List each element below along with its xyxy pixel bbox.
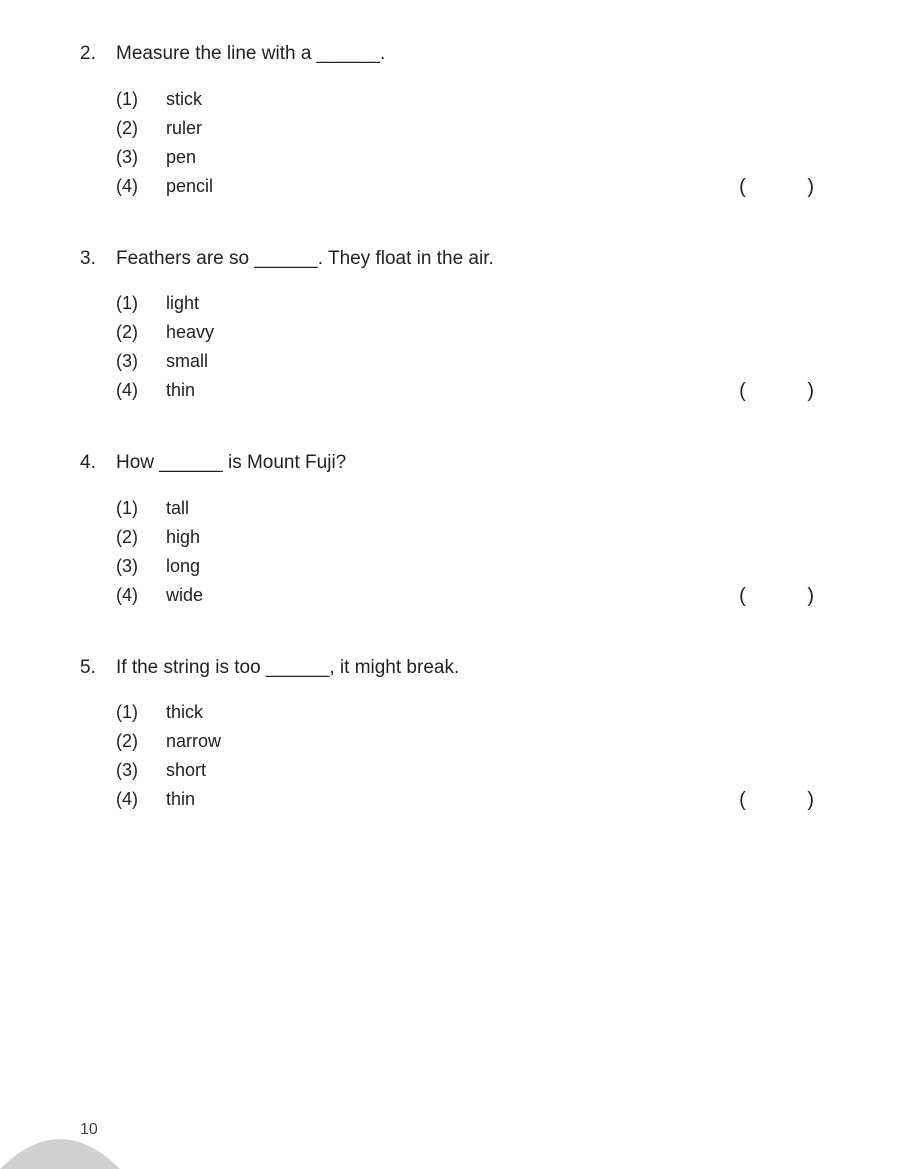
question-2: 2. Measure the line with a ______. (1) s…	[80, 40, 842, 197]
option-number: (2)	[116, 527, 166, 548]
option-text: heavy	[166, 322, 842, 343]
corner-decoration	[0, 1049, 120, 1169]
option-text: stick	[166, 89, 842, 110]
question-4-text: How ______ is Mount Fuji?	[116, 449, 842, 478]
option-number: (2)	[116, 118, 166, 139]
option-text: narrow	[166, 731, 842, 752]
option-number: (2)	[116, 731, 166, 752]
question-3: 3. Feathers are so ______. They float in…	[80, 245, 842, 402]
question-2-text: Measure the line with a ______.	[116, 40, 842, 69]
list-item: (3) short	[116, 760, 842, 781]
question-2-options: (1) stick (2) ruler (3) pen (4) pencil (…	[116, 89, 842, 197]
list-item: (4) thin ( )	[116, 380, 842, 401]
list-item: (4) pencil ( )	[116, 176, 842, 197]
page: 2. Measure the line with a ______. (1) s…	[0, 0, 922, 1169]
list-item: (2) narrow	[116, 731, 842, 752]
option-text: ruler	[166, 118, 842, 139]
option-number: (3)	[116, 351, 166, 372]
question-3-options: (1) light (2) heavy (3) small (4) thin (…	[116, 293, 842, 401]
question-4-stem: 4. How ______ is Mount Fuji?	[80, 449, 842, 478]
option-text: pen	[166, 147, 842, 168]
option-text: small	[166, 351, 842, 372]
answer-bracket: ( )	[739, 176, 842, 199]
answer-bracket: ( )	[739, 585, 842, 608]
question-4-number: 4.	[80, 449, 116, 478]
question-2-stem: 2. Measure the line with a ______.	[80, 40, 842, 69]
option-number: (4)	[116, 789, 166, 810]
list-item: (3) pen	[116, 147, 842, 168]
question-5-number: 5.	[80, 654, 116, 683]
question-3-text: Feathers are so ______. They float in th…	[116, 245, 842, 274]
option-number: (1)	[116, 89, 166, 110]
option-text: short	[166, 760, 842, 781]
question-5-text: If the string is too ______, it might br…	[116, 654, 842, 683]
option-number: (4)	[116, 176, 166, 197]
question-3-number: 3.	[80, 245, 116, 274]
list-item: (1) light	[116, 293, 842, 314]
option-number: (4)	[116, 585, 166, 606]
list-item: (3) long	[116, 556, 842, 577]
list-item: (3) small	[116, 351, 842, 372]
option-number: (3)	[116, 760, 166, 781]
question-5: 5. If the string is too ______, it might…	[80, 654, 842, 811]
question-5-options: (1) thick (2) narrow (3) short (4) thin …	[116, 702, 842, 810]
list-item: (4) thin ( )	[116, 789, 842, 810]
list-item: (4) wide ( )	[116, 585, 842, 606]
list-item: (1) tall	[116, 498, 842, 519]
option-number: (1)	[116, 702, 166, 723]
question-3-stem: 3. Feathers are so ______. They float in…	[80, 245, 842, 274]
option-text: long	[166, 556, 842, 577]
list-item: (1) thick	[116, 702, 842, 723]
option-number: (2)	[116, 322, 166, 343]
list-item: (2) high	[116, 527, 842, 548]
question-4-options: (1) tall (2) high (3) long (4) wide ( )	[116, 498, 842, 606]
question-4: 4. How ______ is Mount Fuji? (1) tall (2…	[80, 449, 842, 606]
option-number: (3)	[116, 556, 166, 577]
question-5-stem: 5. If the string is too ______, it might…	[80, 654, 842, 683]
option-number: (3)	[116, 147, 166, 168]
option-text: high	[166, 527, 842, 548]
option-number: (1)	[116, 498, 166, 519]
list-item: (1) stick	[116, 89, 842, 110]
option-number: (4)	[116, 380, 166, 401]
list-item: (2) ruler	[116, 118, 842, 139]
option-text: light	[166, 293, 842, 314]
option-number: (1)	[116, 293, 166, 314]
answer-bracket: ( )	[739, 380, 842, 403]
option-text: thick	[166, 702, 842, 723]
answer-bracket: ( )	[739, 789, 842, 812]
option-text: tall	[166, 498, 842, 519]
question-2-number: 2.	[80, 40, 116, 69]
list-item: (2) heavy	[116, 322, 842, 343]
